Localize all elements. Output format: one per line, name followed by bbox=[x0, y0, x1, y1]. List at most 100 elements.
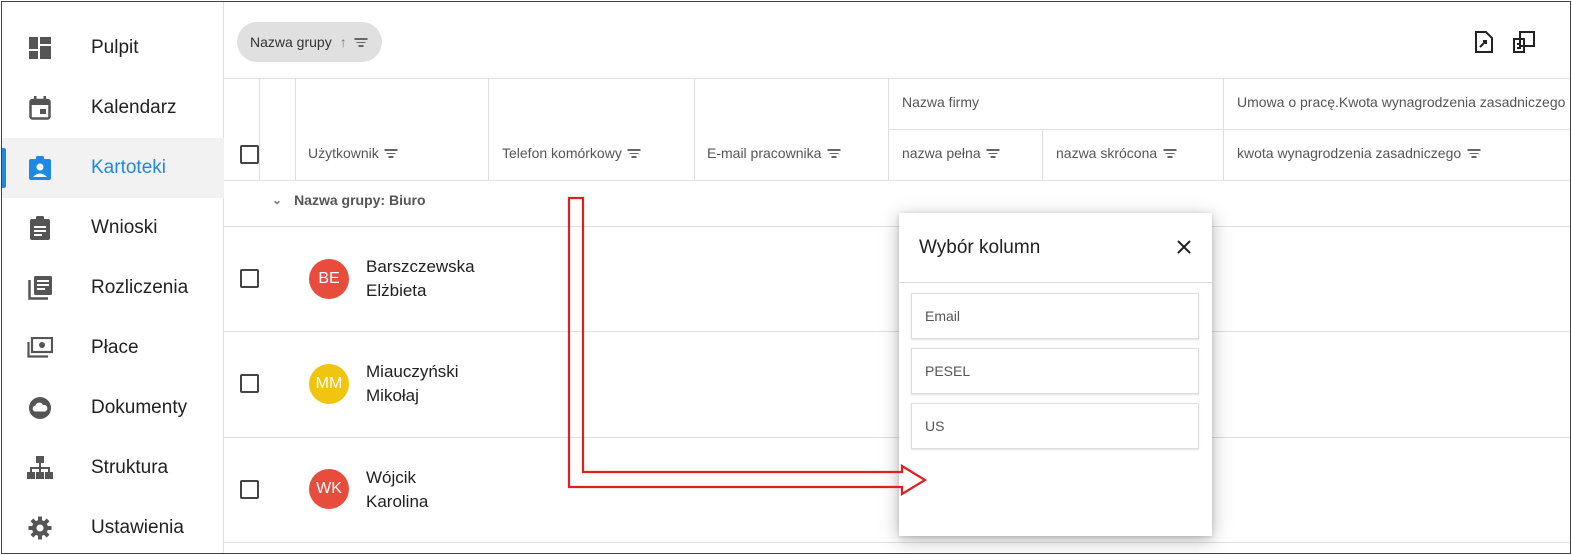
sidebar-item-label: Rozliczenia bbox=[91, 277, 189, 298]
divider bbox=[888, 78, 889, 180]
group-chip-label: Nazwa grupy bbox=[250, 34, 332, 50]
filter-icon[interactable] bbox=[827, 148, 841, 158]
column-header-label: kwota wynagrodzenia zasadniczego bbox=[1237, 145, 1462, 161]
sidebar-item-label: Pulpit bbox=[91, 37, 139, 58]
column-header-email[interactable]: E-mail pracownika bbox=[707, 145, 841, 161]
sidebar-item-label: Struktura bbox=[91, 457, 169, 478]
divider bbox=[888, 129, 1570, 130]
column-option[interactable]: PESEL bbox=[911, 348, 1199, 394]
column-option[interactable]: Email bbox=[911, 293, 1199, 339]
gear-icon bbox=[26, 514, 54, 542]
dialog-title: Wybór kolumn bbox=[919, 237, 1041, 258]
column-header-salary[interactable]: kwota wynagrodzenia zasadniczego bbox=[1237, 145, 1481, 161]
sitemap-icon bbox=[26, 454, 54, 482]
close-icon[interactable] bbox=[1172, 235, 1196, 259]
row-checkbox[interactable] bbox=[240, 480, 259, 499]
column-group-company: Nazwa firmy bbox=[902, 94, 979, 110]
divider bbox=[488, 78, 489, 180]
divider bbox=[1042, 129, 1043, 180]
filter-icon[interactable] bbox=[384, 148, 398, 158]
user-name: Miauczyński Mikołaj bbox=[366, 360, 459, 408]
sidebar-item-dokumenty[interactable]: Dokumenty bbox=[2, 378, 224, 438]
column-header-label: Telefon komórkowy bbox=[502, 145, 622, 161]
column-header-company-short[interactable]: nazwa skrócona bbox=[1056, 145, 1177, 161]
divider bbox=[1223, 78, 1224, 180]
divider bbox=[694, 78, 695, 180]
app-frame: Pulpit Kalendarz Kartoteki Wnioski Rozli… bbox=[1, 1, 1571, 554]
library-books-icon bbox=[26, 274, 54, 302]
divider bbox=[224, 78, 1570, 79]
column-group-label: Umowa o pracę.Kwota wynagrodzenia zasadn… bbox=[1237, 94, 1566, 110]
column-header-label: nazwa skrócona bbox=[1056, 145, 1158, 161]
sidebar-item-wnioski[interactable]: Wnioski bbox=[2, 198, 224, 258]
column-header-user[interactable]: Użytkownik bbox=[308, 145, 398, 161]
user-first-name: Elżbieta bbox=[366, 281, 427, 300]
user-last-name: Barszczewska bbox=[366, 257, 475, 276]
export-file-icon[interactable] bbox=[1472, 30, 1496, 54]
select-all-checkbox[interactable] bbox=[240, 145, 259, 164]
sidebar-item-place[interactable]: Płace bbox=[2, 318, 224, 378]
column-option-label: PESEL bbox=[925, 363, 971, 379]
filter-icon[interactable] bbox=[1163, 148, 1177, 158]
column-header-label: E-mail pracownika bbox=[707, 145, 822, 161]
group-by-chip[interactable]: Nazwa grupy ↑ bbox=[237, 22, 382, 62]
sidebar-item-kartoteki[interactable]: Kartoteki bbox=[2, 138, 224, 198]
filter-icon[interactable] bbox=[1467, 148, 1481, 158]
sidebar-item-label: Kartoteki bbox=[91, 157, 166, 178]
sort-ascending-icon[interactable]: ↑ bbox=[340, 34, 347, 50]
sidebar-item-kalendarz[interactable]: Kalendarz bbox=[2, 78, 224, 138]
column-header-label: Użytkownik bbox=[308, 145, 379, 161]
avatar: WK bbox=[309, 469, 349, 509]
main-content: Nazwa grupy ↑ Użytkownik Telefon komórko… bbox=[224, 2, 1570, 553]
avatar-initials: BE bbox=[318, 270, 340, 287]
avatar-initials: WK bbox=[316, 480, 342, 497]
sidebar-item-label: Dokumenty bbox=[91, 397, 188, 418]
column-group-contract: Umowa o pracę.Kwota wynagrodzenia zasadn… bbox=[1237, 94, 1565, 110]
user-last-name: Miauczyński bbox=[366, 362, 459, 381]
user-name: Wójcik Karolina bbox=[366, 466, 428, 514]
filter-icon[interactable] bbox=[354, 37, 368, 47]
chevron-down-icon[interactable]: ⌄ bbox=[272, 193, 282, 207]
sidebar-item-rozliczenia[interactable]: Rozliczenia bbox=[2, 258, 224, 318]
divider bbox=[224, 331, 1570, 332]
user-first-name: Mikołaj bbox=[366, 386, 419, 405]
sidebar-item-struktura[interactable]: Struktura bbox=[2, 438, 224, 498]
column-chooser-icon[interactable] bbox=[1512, 30, 1536, 54]
divider bbox=[224, 226, 1570, 227]
sidebar-item-label: Wnioski bbox=[91, 217, 158, 238]
user-first-name: Karolina bbox=[366, 492, 429, 511]
money-icon bbox=[26, 334, 54, 362]
cloud-icon bbox=[26, 394, 54, 422]
divider bbox=[295, 78, 296, 180]
filter-icon[interactable] bbox=[986, 148, 1000, 158]
filter-icon[interactable] bbox=[627, 148, 641, 158]
sidebar-item-label: Kalendarz bbox=[91, 97, 177, 118]
sidebar-item-pulpit[interactable]: Pulpit bbox=[2, 18, 224, 78]
group-row[interactable]: ⌄ Nazwa grupy: Biuro bbox=[272, 192, 426, 208]
sidebar-item-label: Ustawienia bbox=[91, 517, 184, 538]
column-header-label: nazwa pełna bbox=[902, 145, 981, 161]
divider bbox=[224, 180, 1570, 181]
sidebar-item-ustawienia[interactable]: Ustawienia bbox=[2, 498, 224, 553]
group-row-label: Nazwa grupy: Biuro bbox=[294, 192, 426, 208]
clipboard-icon bbox=[26, 214, 54, 242]
sidebar: Pulpit Kalendarz Kartoteki Wnioski Rozli… bbox=[2, 2, 224, 553]
avatar-initials: MM bbox=[315, 375, 343, 392]
row-checkbox[interactable] bbox=[240, 269, 259, 288]
calendar-icon bbox=[26, 94, 54, 122]
column-header-company-full[interactable]: nazwa pełna bbox=[902, 145, 1000, 161]
sidebar-item-label: Płace bbox=[91, 337, 139, 358]
avatar: BE bbox=[309, 259, 349, 299]
column-option-label: US bbox=[925, 418, 945, 434]
row-checkbox[interactable] bbox=[240, 374, 259, 393]
divider bbox=[259, 78, 260, 180]
assignment-ind-icon bbox=[26, 154, 54, 182]
column-chooser-dialog: Wybór kolumn Email PESEL US bbox=[899, 213, 1212, 536]
column-header-mobile[interactable]: Telefon komórkowy bbox=[502, 145, 641, 161]
user-name: Barszczewska Elżbieta bbox=[366, 255, 475, 303]
column-option-label: Email bbox=[925, 308, 961, 324]
divider bbox=[224, 437, 1570, 438]
column-option[interactable]: US bbox=[911, 403, 1199, 449]
avatar: MM bbox=[309, 364, 349, 404]
column-group-label: Nazwa firmy bbox=[902, 94, 980, 110]
